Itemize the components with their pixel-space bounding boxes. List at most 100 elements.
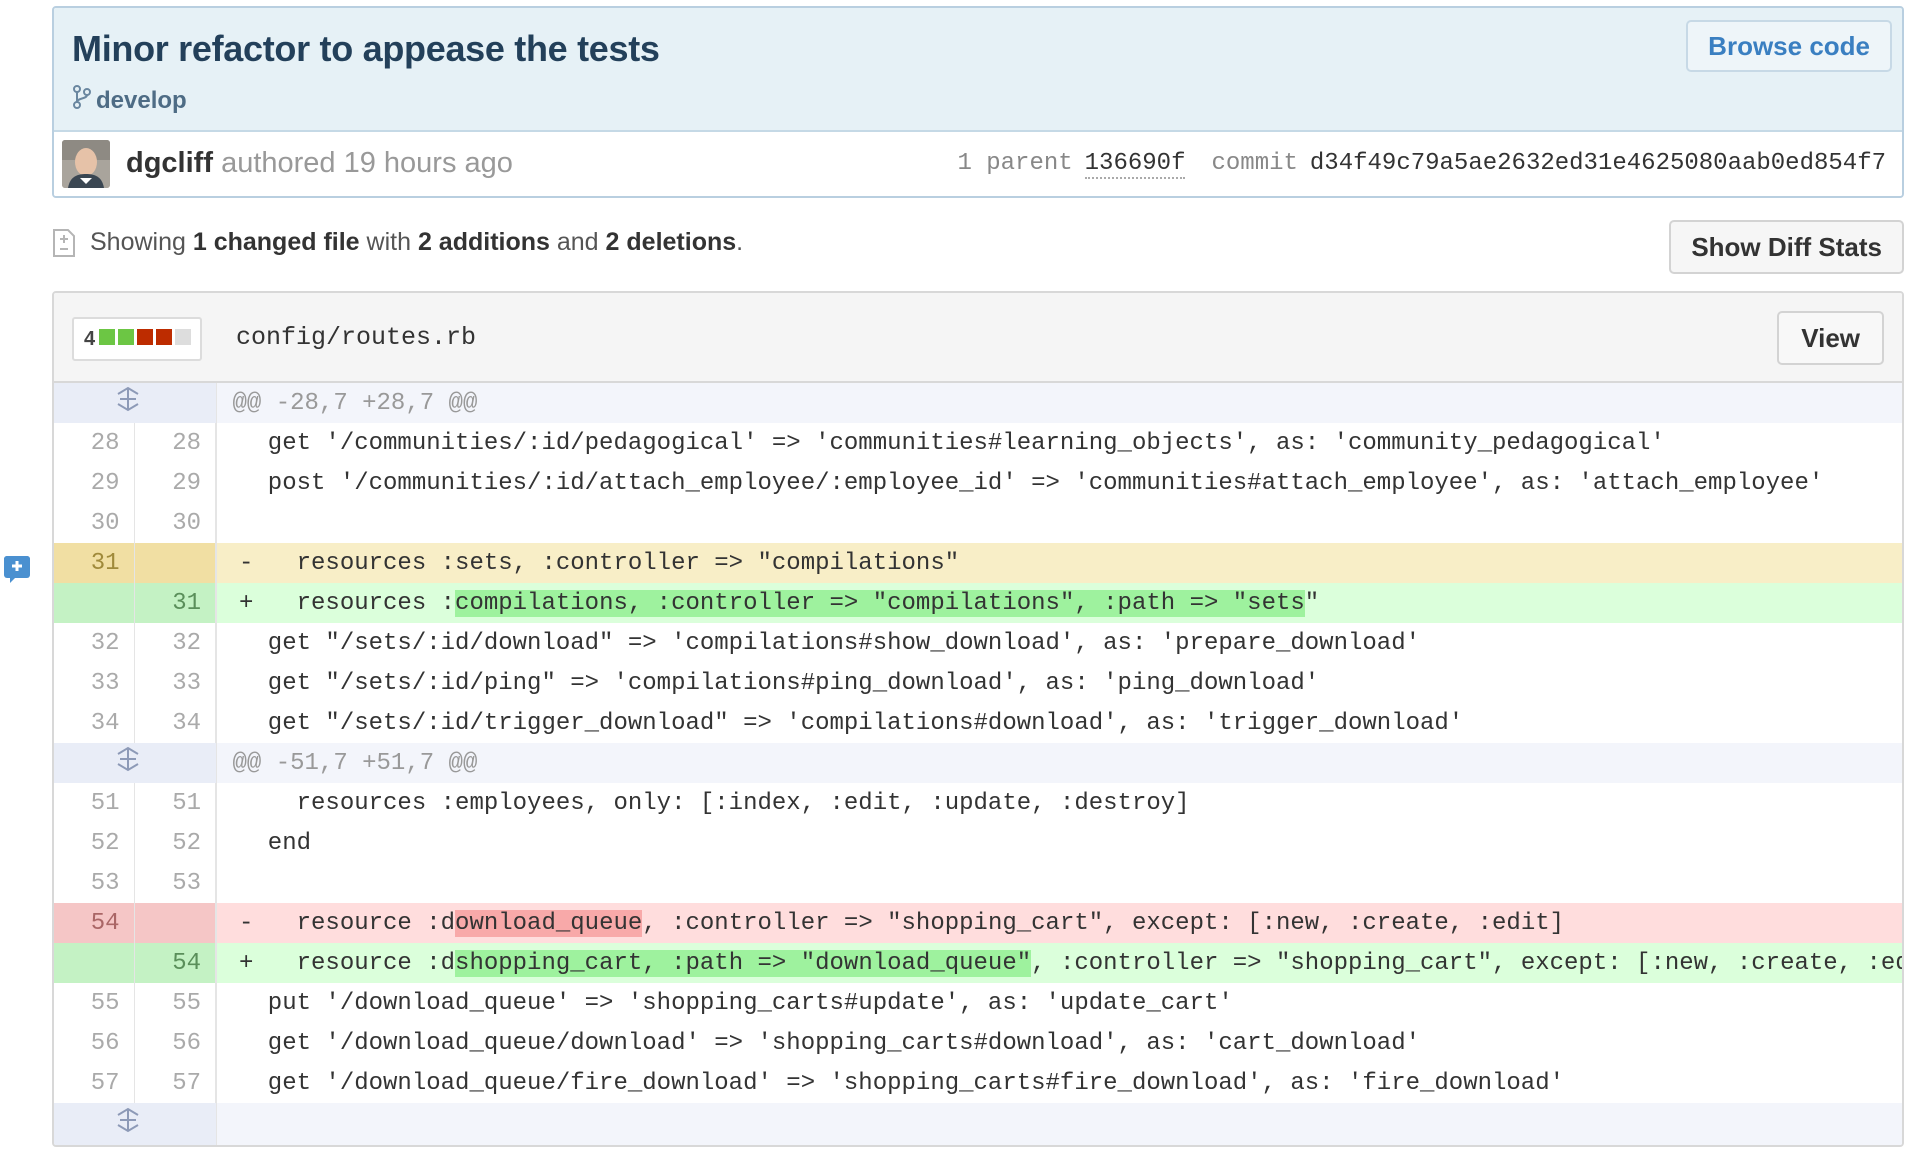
line-code: end: [239, 829, 312, 857]
new-line-number[interactable]: [134, 543, 217, 583]
diff-line: 56 56 get '/download_queue/download' => '…: [54, 1023, 1902, 1063]
author-line: dgcliff authored 19 hours ago: [126, 147, 513, 180]
old-line-number[interactable]: 28: [54, 423, 135, 463]
code-cell: - resource :download_queue, :controller …: [216, 903, 1902, 943]
old-line-number[interactable]: 54: [54, 903, 135, 943]
diff-summary: Showing 1 changed file with 2 additions …: [90, 228, 743, 257]
summary-changed-files[interactable]: 1 changed file: [193, 228, 360, 256]
stat-blocks: [99, 328, 194, 350]
browse-code-button[interactable]: Browse code: [1686, 20, 1892, 72]
file-list-icon[interactable]: [52, 228, 76, 260]
diff-line: 33 33 get "/sets/:id/ping" => 'compilatio…: [54, 663, 1902, 703]
code-cell: get '/communities/:id/pedagogical' => 'c…: [216, 423, 1902, 463]
old-line-number[interactable]: 53: [54, 863, 135, 903]
empty-cell: [216, 1103, 1902, 1145]
old-line-number[interactable]: 34: [54, 703, 135, 743]
commit-title-bar: Minor refactor to appease the tests deve…: [54, 8, 1902, 132]
add-comment-icon[interactable]: [4, 556, 30, 583]
stat-block: [99, 328, 116, 345]
line-prefix: + resource :d: [239, 949, 456, 977]
stat-block: [118, 328, 135, 345]
new-line-number[interactable]: 54: [134, 943, 217, 983]
line-prefix: + resources :: [239, 589, 456, 617]
new-line-number[interactable]: 53: [134, 863, 217, 903]
old-line-number[interactable]: 29: [54, 463, 135, 503]
new-line-number[interactable]: 33: [134, 663, 217, 703]
new-line-number[interactable]: 55: [134, 983, 217, 1023]
branch-name: develop: [96, 86, 187, 114]
commit-header: Minor refactor to appease the tests deve…: [52, 6, 1904, 198]
old-line-number[interactable]: 55: [54, 983, 135, 1023]
changes-count: 4: [84, 327, 96, 350]
changed-text: compilations, :controller => "compilatio…: [455, 589, 1305, 617]
code-cell: post '/communities/:id/attach_employee/:…: [216, 463, 1902, 503]
new-line-number[interactable]: 31: [134, 583, 217, 623]
diff-line-added: 54 + resource :dshopping_cart, :path => "…: [54, 943, 1902, 983]
old-line-number[interactable]: 32: [54, 623, 135, 663]
diff-table: @@ -28,7 +28,7 @@ 28 28 get '/communities/…: [54, 383, 1902, 1145]
avatar[interactable]: [62, 140, 110, 188]
new-line-number[interactable]: 52: [134, 823, 217, 863]
diff-line: 51 51 resources :employees, only: [:index…: [54, 783, 1902, 823]
code-cell: + resource :dshopping_cart, :path => "do…: [216, 943, 1902, 983]
new-line-number[interactable]: 56: [134, 1023, 217, 1063]
old-line-number[interactable]: 30: [54, 503, 135, 543]
file-header: 4 config/routes.rb View: [54, 293, 1902, 383]
code-cell: [216, 503, 1902, 543]
hunk-header: @@ -51,7 +51,7 @@: [54, 743, 1902, 783]
diff-line: 55 55 put '/download_queue' => 'shopping_…: [54, 983, 1902, 1023]
expand-icon[interactable]: [54, 1103, 217, 1145]
diff-line: 34 34 get "/sets/:id/trigger_download" =>…: [54, 703, 1902, 743]
authored-time: authored 19 hours ago: [221, 147, 513, 179]
line-suffix: ": [1304, 589, 1320, 617]
expand-icon[interactable]: [54, 383, 217, 423]
old-line-number[interactable]: 51: [54, 783, 135, 823]
line-code: get '/download_queue/fire_download' => '…: [239, 1069, 1565, 1097]
diff-end-row: [54, 1103, 1902, 1145]
changed-text: ownload_queue: [455, 909, 643, 937]
new-line-number[interactable]: 57: [134, 1063, 217, 1103]
parent-sha-link[interactable]: 136690f: [1084, 150, 1186, 179]
old-line-number[interactable]: 56: [54, 1023, 135, 1063]
code-cell: resources :employees, only: [:index, :ed…: [216, 783, 1902, 823]
hunk-header: @@ -28,7 +28,7 @@: [54, 383, 1902, 423]
new-line-number[interactable]: 28: [134, 423, 217, 463]
hunk-range: @@ -28,7 +28,7 @@: [216, 383, 1902, 423]
new-line-number[interactable]: 30: [134, 503, 217, 543]
file-path[interactable]: config/routes.rb: [236, 323, 476, 352]
line-code: get "/sets/:id/download" => 'compilation…: [239, 629, 1420, 657]
new-line-number[interactable]: 34: [134, 703, 217, 743]
view-file-button[interactable]: View: [1777, 311, 1884, 365]
new-line-number[interactable]: 29: [134, 463, 217, 503]
code-cell: get "/sets/:id/ping" => 'compilations#pi…: [216, 663, 1902, 703]
author-name[interactable]: dgcliff: [126, 147, 213, 179]
old-line-number[interactable]: 31: [54, 543, 135, 583]
show-diff-stats-button[interactable]: Show Diff Stats: [1669, 220, 1904, 274]
old-line-number[interactable]: 33: [54, 663, 135, 703]
new-line-number[interactable]: [134, 903, 217, 943]
code-cell: get "/sets/:id/trigger_download" => 'com…: [216, 703, 1902, 743]
old-line-number[interactable]: [54, 943, 135, 983]
summary-period: .: [736, 228, 744, 256]
line-code: - resources :sets, :controller => "compi…: [239, 549, 960, 577]
code-cell: get '/download_queue/fire_download' => '…: [216, 1063, 1902, 1103]
new-line-number[interactable]: 32: [134, 623, 217, 663]
commit-label: commit: [1211, 150, 1298, 177]
line-code: resources :employees, only: [:index, :ed…: [239, 789, 1190, 817]
summary-deletions: 2 deletions: [605, 228, 737, 256]
expand-icon[interactable]: [54, 743, 217, 783]
old-line-number[interactable]: [54, 583, 135, 623]
summary-additions: 2 additions: [417, 228, 550, 256]
commit-title: Minor refactor to appease the tests: [72, 28, 660, 69]
code-cell: get '/download_queue/download' => 'shopp…: [216, 1023, 1902, 1063]
line-code: get '/download_queue/download' => 'shopp…: [239, 1029, 1420, 1057]
old-line-number[interactable]: 57: [54, 1063, 135, 1103]
parent-label: 1 parent: [957, 150, 1073, 177]
old-line-number[interactable]: 52: [54, 823, 135, 863]
new-line-number[interactable]: 51: [134, 783, 217, 823]
branch-icon: [72, 84, 96, 117]
code-cell: + resources :compilations, :controller =…: [216, 583, 1902, 623]
branch-label[interactable]: develop: [72, 84, 187, 117]
summary-with: with: [366, 228, 411, 256]
line-suffix: , :controller => "shopping_cart", except…: [1031, 949, 1902, 977]
